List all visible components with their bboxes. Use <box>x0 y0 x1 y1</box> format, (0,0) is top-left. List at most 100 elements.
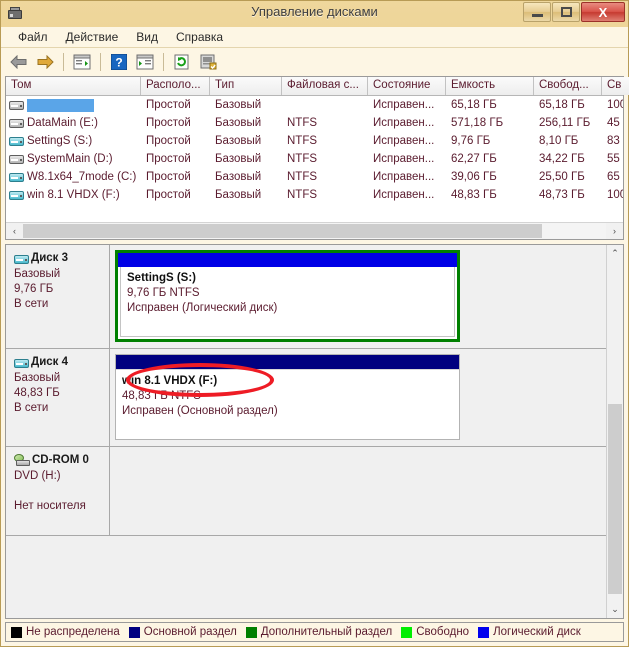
disk-info-panel[interactable]: Диск 4 Базовый 48,83 ГБ В сети <box>6 349 110 446</box>
vscroll-down-button[interactable]: ⌄ <box>607 601 623 618</box>
gray-drive-icon <box>9 99 24 111</box>
show-action-pane-icon[interactable] <box>133 50 157 74</box>
column-header-1[interactable]: Том <box>6 77 141 95</box>
minimize-button[interactable] <box>523 2 551 22</box>
volume-cell-type: Базовый <box>215 171 262 183</box>
partition-block[interactable]: win 8.1 VHDX (F:) 48,83 ГБ NTFS Исправен (… <box>115 354 460 440</box>
help-icon[interactable]: ? <box>107 50 131 74</box>
disk-row[interactable]: CD-ROM 0 DVD (H:) Нет носителя <box>6 447 606 536</box>
legend-swatch <box>245 626 257 638</box>
volume-cell-type: Базовый <box>215 153 262 165</box>
volume-name-label: SystemMain (D:) <box>27 153 113 165</box>
disk-icon <box>14 253 29 265</box>
volume-row[interactable]: DataMain (E:) Простой Базовый NTFS Исправен.… <box>6 114 623 132</box>
legend-item: Не распределена <box>11 626 120 638</box>
volume-cell-type: Базовый <box>215 135 262 147</box>
partition-block[interactable]: SettingS (S:) 9,76 ГБ NTFS Исправен (Логич… <box>115 250 460 342</box>
disk-graphical-pane: Диск 3 Базовый 9,76 ГБ В сети SettingS (S:) 9… <box>5 244 624 619</box>
forward-arrow-icon[interactable] <box>33 50 57 74</box>
column-header-8[interactable]: Св <box>602 77 629 95</box>
legend-bar: Не распределена Основной раздел Дополнител… <box>5 622 624 642</box>
volume-cell-status: Исправен... <box>373 153 435 165</box>
volume-cell-status: Исправен... <box>373 135 435 147</box>
volume-row[interactable]: win 8.1 VHDX (F:) Простой Базовый NTFS Испра… <box>6 186 623 204</box>
vscroll-up-button[interactable]: ⌃ <box>607 245 623 262</box>
menu-help[interactable]: Справка <box>167 28 232 46</box>
menu-bar: Файл Действие Вид Справка <box>1 27 628 48</box>
column-header-3[interactable]: Тип <box>210 77 282 95</box>
disk-row[interactable]: Диск 3 Базовый 9,76 ГБ В сети SettingS (S:) 9… <box>6 245 606 349</box>
volume-cell-percent: 100 <box>607 189 623 201</box>
teal-drive-icon <box>9 171 24 183</box>
volume-cell-capacity: 9,76 ГБ <box>451 135 491 147</box>
legend-label: Дополнительный раздел <box>260 626 393 638</box>
menu-file[interactable]: Файл <box>9 28 57 46</box>
volume-cell-status: Исправен... <box>373 189 435 201</box>
volume-name-label: DataMain (E:) <box>27 117 98 129</box>
partition-color-bar <box>118 253 457 267</box>
volume-cell-free: 8,10 ГБ <box>539 135 579 147</box>
legend-item: Дополнительный раздел <box>245 626 393 638</box>
gray-drive-icon <box>9 153 24 165</box>
volume-cell-percent: 100 <box>607 99 623 111</box>
menu-action[interactable]: Действие <box>57 28 128 46</box>
volume-row[interactable]: SystemMain (D:) Простой Базовый NTFS Исправе… <box>6 150 623 168</box>
vscroll-thumb[interactable] <box>608 404 622 595</box>
column-header-4[interactable]: Файловая с... <box>282 77 368 95</box>
volume-cell-type: Базовый <box>215 117 262 129</box>
legend-swatch <box>478 626 490 638</box>
volume-cell-fs: NTFS <box>287 171 318 183</box>
refresh-icon[interactable] <box>170 50 194 74</box>
partition-details: SettingS (S:) 9,76 ГБ NTFS Исправен (Логич… <box>120 267 455 337</box>
volume-cell-status: Исправен... <box>373 117 435 129</box>
legend-label: Свободно <box>416 626 470 638</box>
legend-swatch <box>11 626 22 638</box>
volume-cell-capacity: 48,83 ГБ <box>451 189 497 201</box>
volume-cell-free: 65,18 ГБ <box>539 99 585 111</box>
disk-info-panel[interactable]: Диск 3 Базовый 9,76 ГБ В сети <box>6 245 110 348</box>
disk-state-label: В сети <box>14 402 49 414</box>
vscroll-track[interactable] <box>607 262 623 601</box>
toolbar: ? <box>1 48 628 76</box>
volume-row[interactable]: SettingS (S:) Простой Базовый NTFS Исправен.… <box>6 132 623 150</box>
volume-cell-free: 48,73 ГБ <box>539 189 585 201</box>
close-button[interactable]: X <box>581 2 625 22</box>
disk-partition-area: win 8.1 VHDX (F:) 48,83 ГБ NTFS Исправен (… <box>110 349 606 446</box>
maximize-button[interactable] <box>552 2 580 22</box>
disk-row[interactable]: Диск 4 Базовый 48,83 ГБ В сети win 8.1 VHDX … <box>6 349 606 447</box>
volume-cell-layout: Простой <box>146 153 191 165</box>
disk-info-panel[interactable]: CD-ROM 0 DVD (H:) Нет носителя <box>6 447 110 535</box>
volume-name-cell <box>6 98 141 112</box>
volume-row[interactable]: Простой Базовый Исправен... 65,18 ГБ 65,18 Г… <box>6 96 623 114</box>
volume-name-label: W8.1x64_7mode (C:) <box>27 171 137 183</box>
column-header-5[interactable]: Состояние <box>368 77 446 95</box>
partition-size-fs-label: 48,83 ГБ NTFS <box>122 390 201 402</box>
column-header-2[interactable]: Располо... <box>141 77 210 95</box>
hscroll-left-button[interactable]: ‹ <box>6 223 23 239</box>
disk-management-window: Управление дисками X Файл Действие Вид С… <box>0 0 629 647</box>
volume-cell-free: 25,50 ГБ <box>539 171 585 183</box>
content-area: Том Располо... Тип Файловая с... Состояние Ем… <box>1 76 629 646</box>
column-header-6[interactable]: Емкость <box>446 77 534 95</box>
toolbar-separator <box>63 53 64 71</box>
volume-cell-capacity: 571,18 ГБ <box>451 117 504 129</box>
hscroll-right-button[interactable]: › <box>606 223 623 239</box>
volume-cell-free: 34,22 ГБ <box>539 153 585 165</box>
legend-item: Свободно <box>401 626 469 638</box>
hscroll-track[interactable] <box>23 223 606 239</box>
toolbar-separator <box>100 53 101 71</box>
volume-cell-type: Базовый <box>215 99 262 111</box>
column-header-7[interactable]: Свобод... <box>534 77 602 95</box>
show-console-tree-icon[interactable] <box>70 50 94 74</box>
legend-swatch <box>128 626 140 638</box>
back-arrow-icon[interactable] <box>7 50 31 74</box>
teal-drive-icon <box>9 189 24 201</box>
volume-cell-percent: 83 <box>607 135 620 147</box>
rescan-disks-icon[interactable] <box>196 50 220 74</box>
volume-row[interactable]: W8.1x64_7mode (C:) Простой Базовый NTFS Испр… <box>6 168 623 186</box>
hscroll-thumb[interactable] <box>23 224 542 238</box>
disk-pane-vscrollbar[interactable]: ⌃ ⌄ <box>606 245 623 618</box>
volume-list-hscrollbar[interactable]: ‹ › <box>6 222 623 239</box>
menu-view[interactable]: Вид <box>127 28 167 46</box>
redacted-volume-name <box>27 98 94 112</box>
